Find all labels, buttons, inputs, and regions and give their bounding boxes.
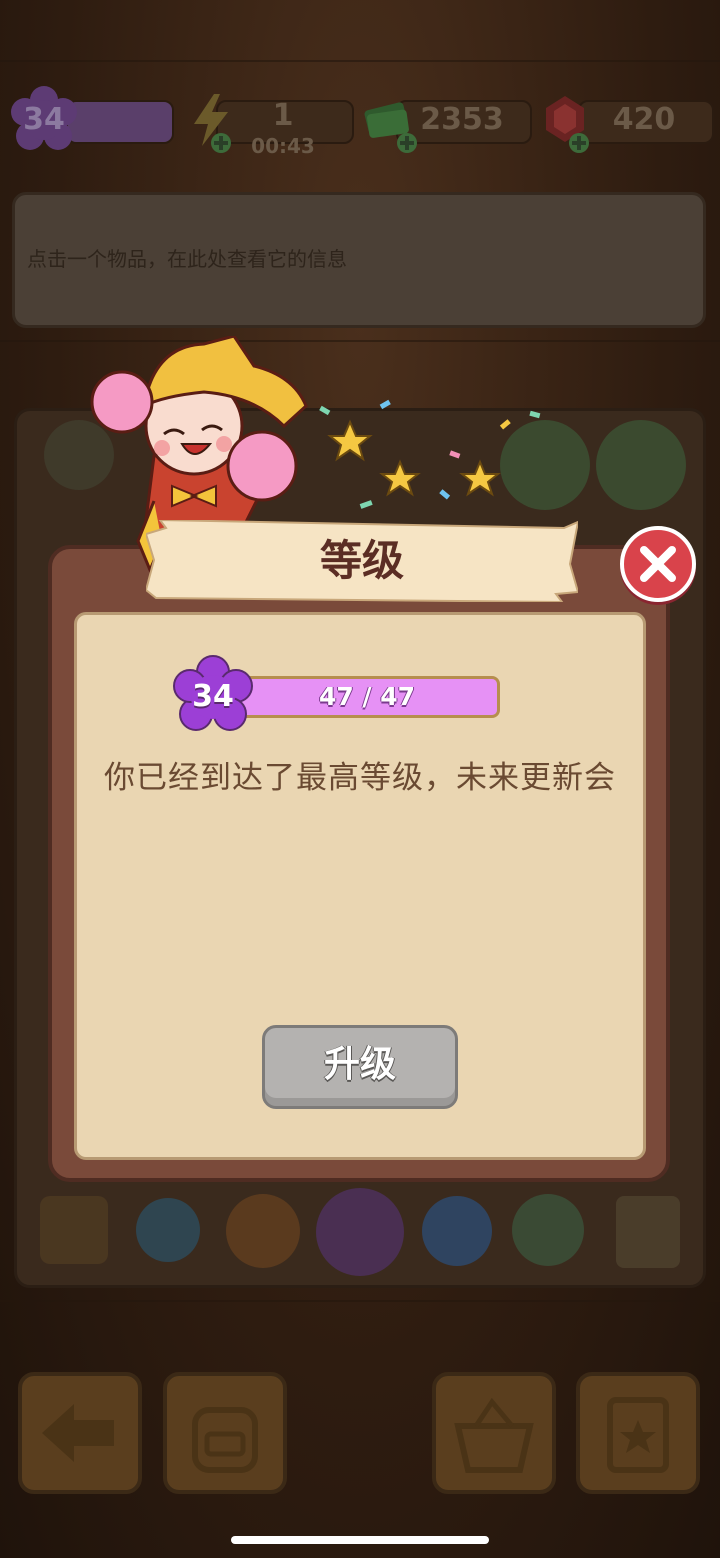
close-icon	[640, 546, 676, 582]
basket-icon	[454, 1397, 534, 1473]
hud-energy[interactable]: 1 00:43	[186, 94, 354, 158]
level-number: 34	[192, 679, 234, 714]
backpack-button[interactable]	[163, 1372, 287, 1494]
background-plank	[0, 1300, 720, 1302]
board-item	[136, 1198, 200, 1262]
tasks-button[interactable]	[576, 1372, 700, 1494]
background-plank	[0, 60, 720, 62]
board-item	[422, 1196, 492, 1266]
hud-cash[interactable]: 2353	[362, 100, 532, 153]
modal-title: 等级	[319, 536, 404, 585]
back-button[interactable]	[18, 1372, 142, 1494]
item-info-panel: 点击一个物品，在此处查看它的信息	[12, 192, 706, 328]
hud-level[interactable]: 34	[6, 86, 174, 150]
xp-mini-bar	[66, 100, 174, 144]
confetti-decoration	[319, 399, 541, 509]
item-info-hint: 点击一个物品，在此处查看它的信息	[27, 247, 347, 271]
max-level-message: 你已经到达了最高等级，未来更新会	[104, 760, 616, 796]
board-item	[512, 1194, 584, 1266]
board-item	[616, 1196, 680, 1268]
home-indicator[interactable]	[231, 1536, 489, 1544]
board-item	[316, 1188, 404, 1276]
upgrade-button-label: 升级	[323, 1044, 396, 1085]
xp-progress-text: 47 / 47	[318, 682, 416, 711]
board-item	[596, 420, 686, 510]
energy-timer: 00:43	[251, 134, 315, 158]
back-arrow-icon	[42, 1404, 114, 1462]
hud-level-number: 34	[23, 102, 65, 137]
cash-amount: 2353	[420, 102, 504, 137]
shop-basket-button[interactable]	[432, 1372, 556, 1494]
close-button[interactable]	[620, 526, 696, 602]
energy-count: 1	[272, 98, 294, 133]
board-item	[40, 1196, 108, 1264]
backpack-icon	[192, 1407, 258, 1473]
gems-amount: 420	[612, 102, 676, 137]
board-item	[226, 1194, 300, 1268]
hud-gems[interactable]: 420	[542, 96, 714, 153]
clipboard-star-icon	[607, 1397, 669, 1473]
upgrade-button[interactable]: 升级	[262, 1025, 458, 1109]
